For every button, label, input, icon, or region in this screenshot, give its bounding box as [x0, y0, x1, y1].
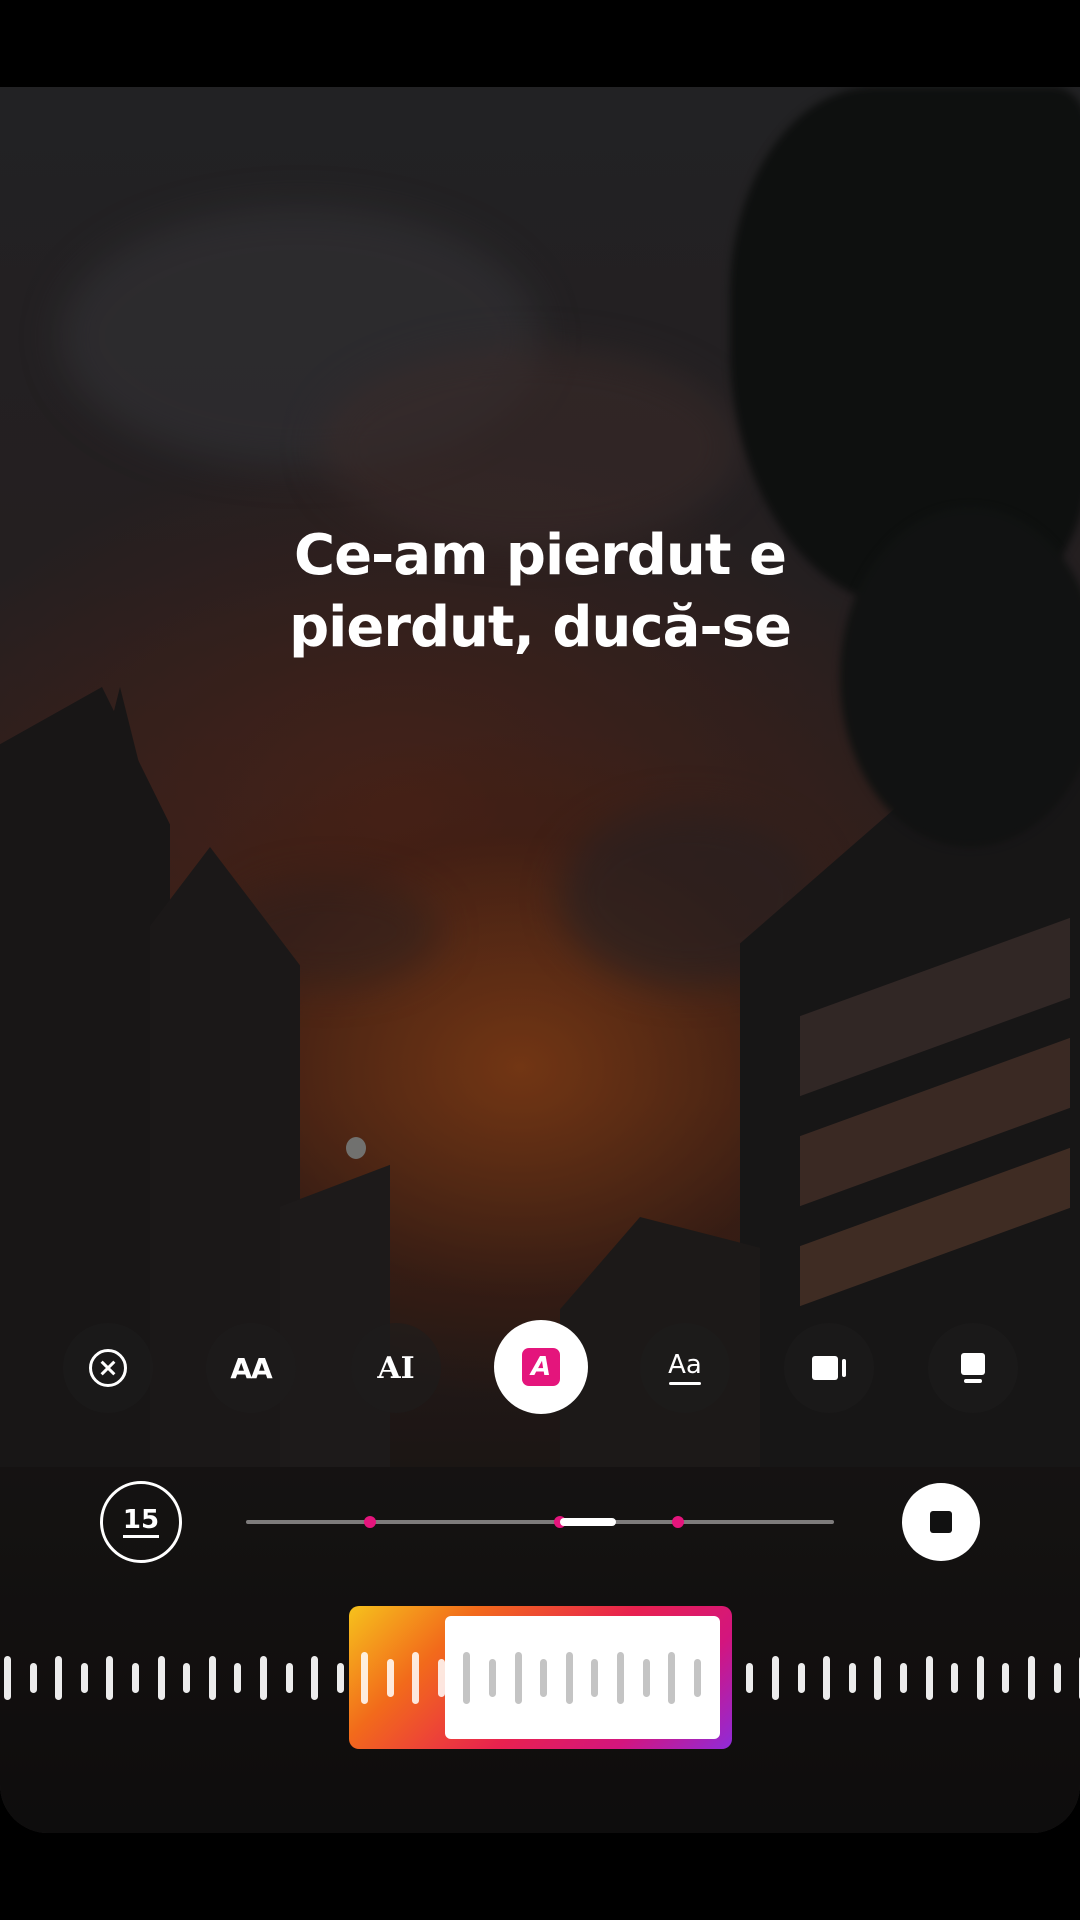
waveform-bar — [874, 1656, 881, 1700]
close-icon — [89, 1349, 127, 1387]
duration-label: 15 — [122, 1507, 160, 1538]
stop-icon — [930, 1511, 952, 1533]
lyric-line-1: Ce-am pierdut e — [293, 523, 787, 588]
waveform-bar — [158, 1656, 165, 1700]
duration-button[interactable]: 15 — [100, 1481, 182, 1563]
stop-button[interactable] — [902, 1483, 980, 1561]
style-box-top-button[interactable] — [928, 1323, 1018, 1413]
small-caps-icon: AA — [230, 1351, 272, 1385]
timeline-track[interactable] — [246, 1520, 834, 1524]
typewriter-icon: AI — [377, 1350, 415, 1386]
waveform-bar — [209, 1656, 216, 1700]
waveform-bar — [746, 1663, 753, 1693]
waveform-bar — [977, 1656, 984, 1700]
waveform-bar — [798, 1663, 805, 1693]
waveform-bar — [1002, 1663, 1009, 1693]
story-canvas — [0, 87, 1080, 1833]
waveform-bar — [183, 1663, 190, 1693]
style-typewriter-button[interactable]: AI — [351, 1323, 441, 1413]
waveform-bar — [311, 1656, 318, 1700]
underline-glyph: Aa — [668, 1350, 702, 1380]
style-underline-button[interactable]: Aa — [640, 1323, 730, 1413]
waveform-bar — [337, 1663, 344, 1693]
waveform-bar — [106, 1656, 113, 1700]
timeline-marker[interactable] — [672, 1516, 684, 1528]
style-highlight-button[interactable]: A — [494, 1320, 588, 1414]
highlight-icon: A — [522, 1348, 560, 1386]
waveform-bar — [951, 1663, 958, 1693]
waveform-bar — [823, 1656, 830, 1700]
waveform-bar — [260, 1656, 267, 1700]
waveform-bar — [286, 1663, 293, 1693]
style-small-caps-button[interactable]: AA — [206, 1323, 296, 1413]
clip-selector-window — [445, 1616, 720, 1739]
box-shape — [812, 1356, 838, 1380]
waveform-bar — [81, 1663, 88, 1693]
box-shape — [961, 1353, 985, 1375]
style-box-right-button[interactable] — [784, 1323, 874, 1413]
waveform-bar — [1028, 1656, 1035, 1700]
box-top-icon — [961, 1353, 985, 1383]
waveform-bar — [772, 1656, 779, 1700]
waveform-bar — [234, 1663, 241, 1693]
waveform-bar — [849, 1663, 856, 1693]
waveform-bar — [30, 1663, 37, 1693]
waveform-bar — [4, 1656, 11, 1700]
timeline-playhead[interactable] — [560, 1518, 616, 1526]
lyric-line-2: pierdut, ducă-se — [289, 595, 792, 660]
underline-bar — [669, 1382, 701, 1385]
box-bar — [964, 1379, 982, 1383]
timeline-marker[interactable] — [364, 1516, 376, 1528]
waveform-bar — [1054, 1663, 1061, 1693]
dim-overlay — [0, 87, 1080, 1833]
waveform-bar — [900, 1663, 907, 1693]
box-right-icon — [812, 1356, 846, 1380]
waveform-bar — [55, 1656, 62, 1700]
close-style-button[interactable] — [63, 1323, 153, 1413]
waveform-bar — [926, 1656, 933, 1700]
lyric-text[interactable]: Ce-am pierdut e pierdut, ducă-se — [0, 520, 1080, 664]
waveform-bar — [132, 1663, 139, 1693]
box-bar — [842, 1359, 846, 1377]
underline-icon: Aa — [668, 1351, 702, 1385]
